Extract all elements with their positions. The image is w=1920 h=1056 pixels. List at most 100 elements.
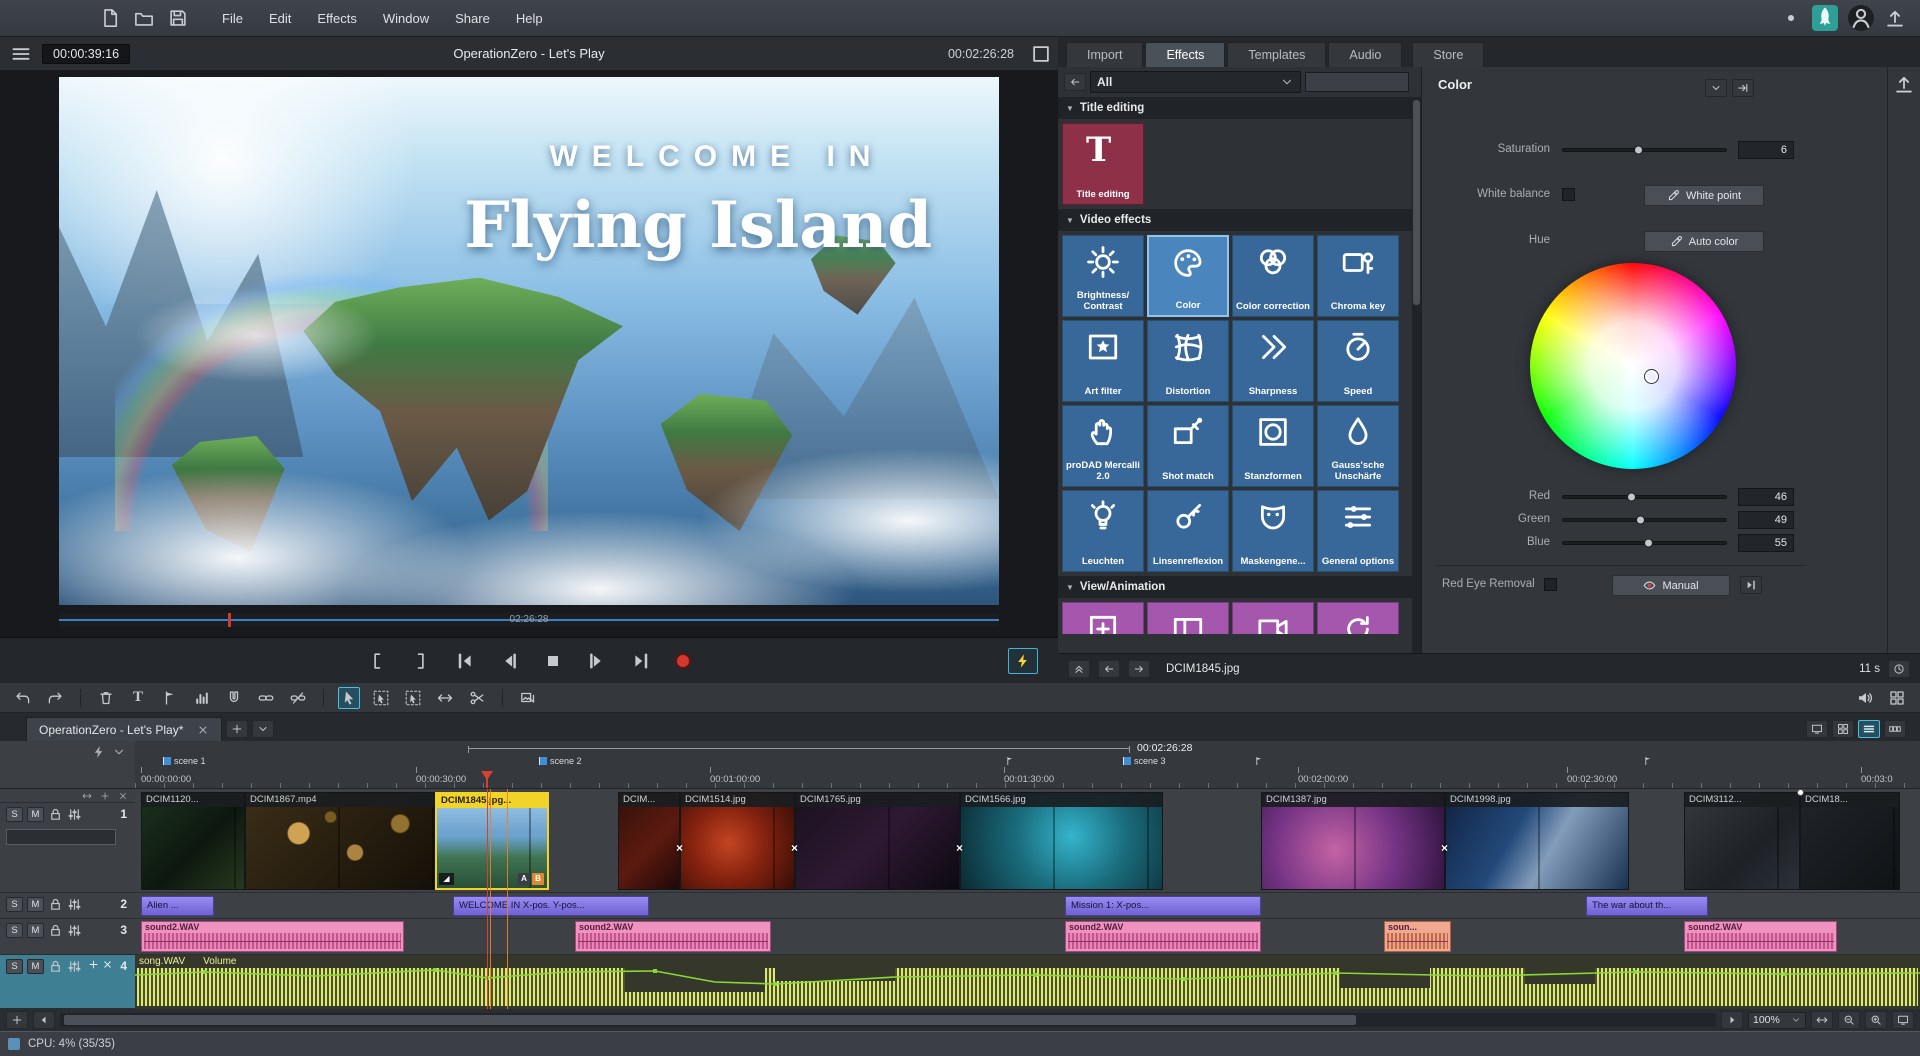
play-button[interactable] xyxy=(587,651,607,671)
effect-tile-chroma-key[interactable]: Chroma key xyxy=(1317,235,1399,317)
back-button[interactable] xyxy=(1064,73,1086,91)
ungroup-icon[interactable] xyxy=(287,687,309,709)
text-tool-icon[interactable]: T xyxy=(127,687,149,709)
slider-thumb[interactable] xyxy=(1636,516,1645,525)
effect-tile-distortion[interactable]: Distortion xyxy=(1147,320,1229,402)
audio-clip-sound2-wav[interactable]: sound2.WAV xyxy=(575,921,771,952)
volume-curve[interactable] xyxy=(135,955,1920,1009)
fader-icon[interactable] xyxy=(67,807,82,822)
undo-icon[interactable] xyxy=(12,687,34,709)
saturation-value[interactable]: 6 xyxy=(1738,141,1794,159)
tab-audio[interactable]: Audio xyxy=(1328,42,1402,67)
overview-icon[interactable] xyxy=(1892,1011,1914,1029)
title-clip-mission-1-x-pos[interactable]: Mission 1: X-pos... xyxy=(1065,896,1261,916)
video-clip-dcim18[interactable]: DCIM18... xyxy=(1800,792,1900,890)
rocket-icon[interactable] xyxy=(1812,5,1838,31)
scene-marker[interactable]: scene 3 xyxy=(1123,756,1166,766)
category-dropdown[interactable]: All xyxy=(1090,71,1301,93)
effect-tile-camera-zoom-icon[interactable] xyxy=(1232,602,1314,634)
effect-tile-title-editing[interactable]: TTitle editing xyxy=(1062,123,1144,205)
add-track-icon[interactable] xyxy=(99,791,111,801)
play-range[interactable] xyxy=(468,748,1130,749)
blue-slider[interactable] xyxy=(1562,541,1727,545)
mute-button[interactable]: M xyxy=(27,959,44,974)
menu-edit[interactable]: Edit xyxy=(269,11,291,26)
chapter-marker-icon[interactable] xyxy=(1643,756,1653,766)
project-tab[interactable]: OperationZero - Let's Play* xyxy=(26,717,222,741)
scene-marker[interactable]: scene 2 xyxy=(539,756,582,766)
snap-icon[interactable] xyxy=(223,687,245,709)
effect-tile-stanzformen[interactable]: Stanzformen xyxy=(1232,405,1314,487)
menu-file[interactable]: File xyxy=(222,11,243,26)
lock-icon[interactable] xyxy=(48,897,63,912)
timeline-lanes[interactable]: DCIM1120...DCIM1867.mp4DCIM1845.jpg...AB… xyxy=(135,789,1920,1009)
white-point-button[interactable]: White point xyxy=(1644,185,1764,206)
fit-timeline-icon[interactable] xyxy=(1811,1011,1833,1029)
tab-templates[interactable]: Templates xyxy=(1227,42,1326,67)
solo-button[interactable]: S xyxy=(6,807,23,822)
remove-track-icon[interactable] xyxy=(117,791,129,801)
video-clip-dcim1387-jpg[interactable]: DCIM1387.jpg xyxy=(1261,792,1445,890)
transition-button[interactable]: ◢ xyxy=(439,873,454,885)
tab-import[interactable]: Import xyxy=(1066,42,1143,67)
playhead[interactable] xyxy=(481,771,493,780)
record-button[interactable] xyxy=(675,653,691,669)
title-track-lane[interactable]: Alien ...WELCOME IN X-pos. Y-pos...Missi… xyxy=(135,893,1920,919)
timeline-scrollbar[interactable] xyxy=(60,1013,1716,1027)
apply-forward-icon[interactable] xyxy=(1740,576,1762,594)
saturation-slider[interactable] xyxy=(1562,148,1727,152)
menu-window[interactable]: Window xyxy=(383,11,429,26)
blue-value[interactable]: 55 xyxy=(1738,534,1794,552)
effect-tile-prodad-mercalli-2-0[interactable]: proDAD Mercalli 2.0 xyxy=(1062,405,1144,487)
stretch-tool-icon[interactable] xyxy=(434,687,456,709)
browser-scrollbar[interactable] xyxy=(1412,97,1421,653)
ruler-options-icon[interactable] xyxy=(111,745,127,759)
transition-icon[interactable]: × xyxy=(956,841,963,855)
mixer-icon[interactable] xyxy=(1886,687,1908,709)
swap-tracks-icon[interactable] xyxy=(81,791,93,801)
view-monitor-icon[interactable] xyxy=(1806,720,1828,738)
zoom-in-icon[interactable] xyxy=(1865,1011,1887,1029)
white-balance-checkbox[interactable] xyxy=(1562,188,1575,201)
save-project-icon[interactable] xyxy=(168,8,188,28)
effect-badge-b[interactable]: B xyxy=(532,873,544,885)
audio-clip-sound2-wav[interactable]: sound2.WAV xyxy=(1684,921,1837,952)
slider-thumb[interactable] xyxy=(1634,146,1643,155)
scroll-right-icon[interactable] xyxy=(1721,1011,1743,1029)
range-end-button[interactable] xyxy=(411,651,431,671)
slider-thumb[interactable] xyxy=(1644,539,1653,548)
mouse-mode-all-icon[interactable] xyxy=(370,687,392,709)
keyframe-icon[interactable] xyxy=(91,745,107,759)
next-media-icon[interactable] xyxy=(1128,660,1150,678)
video-clip-dcim1120[interactable]: DCIM1120... xyxy=(141,792,245,890)
close-automation-icon[interactable] xyxy=(102,959,113,970)
timeline-ruler[interactable]: 00:02:26:28 00:00:00:0000:00:30:0000:01:… xyxy=(0,741,1920,789)
video-preview[interactable]: WELCOME IN Flying Island xyxy=(59,77,999,605)
stop-button[interactable] xyxy=(543,651,563,671)
chapter-marker-icon[interactable] xyxy=(1005,756,1015,766)
close-tab-icon[interactable] xyxy=(197,724,209,736)
track-header-2[interactable]: SM2 xyxy=(0,893,135,919)
video-clip-dcim1867-mp4[interactable]: DCIM1867.mp4 xyxy=(245,792,435,890)
instant-export-button[interactable] xyxy=(1008,648,1038,674)
title-clip-the-war-about-th[interactable]: The war about th... xyxy=(1586,896,1708,916)
mute-button[interactable]: M xyxy=(27,807,44,822)
effect-tile-section-icon[interactable] xyxy=(1147,602,1229,634)
color-wheel[interactable] xyxy=(1530,263,1736,469)
jump-start-button[interactable] xyxy=(455,651,475,671)
lock-icon[interactable] xyxy=(48,807,63,822)
redo-icon[interactable] xyxy=(44,687,66,709)
category-view-animation[interactable]: ▼View/Animation xyxy=(1058,576,1412,598)
menu-effects[interactable]: Effects xyxy=(317,11,357,26)
menu-help[interactable]: Help xyxy=(516,11,543,26)
prev-media-icon[interactable] xyxy=(1098,660,1120,678)
fader-icon[interactable] xyxy=(67,959,82,974)
effect-tile-sharpness[interactable]: Sharpness xyxy=(1232,320,1314,402)
snapshot-icon[interactable] xyxy=(517,687,539,709)
effect-tile-leuchten[interactable]: Leuchten xyxy=(1062,490,1144,572)
video-clip-dcim3112[interactable]: DCIM3112... xyxy=(1684,792,1800,890)
audio-clip-soun[interactable]: soun... xyxy=(1384,921,1451,952)
scene-marker[interactable]: scene 1 xyxy=(163,756,206,766)
mute-button[interactable]: M xyxy=(27,923,44,938)
chapter-marker-icon[interactable] xyxy=(1254,756,1264,766)
